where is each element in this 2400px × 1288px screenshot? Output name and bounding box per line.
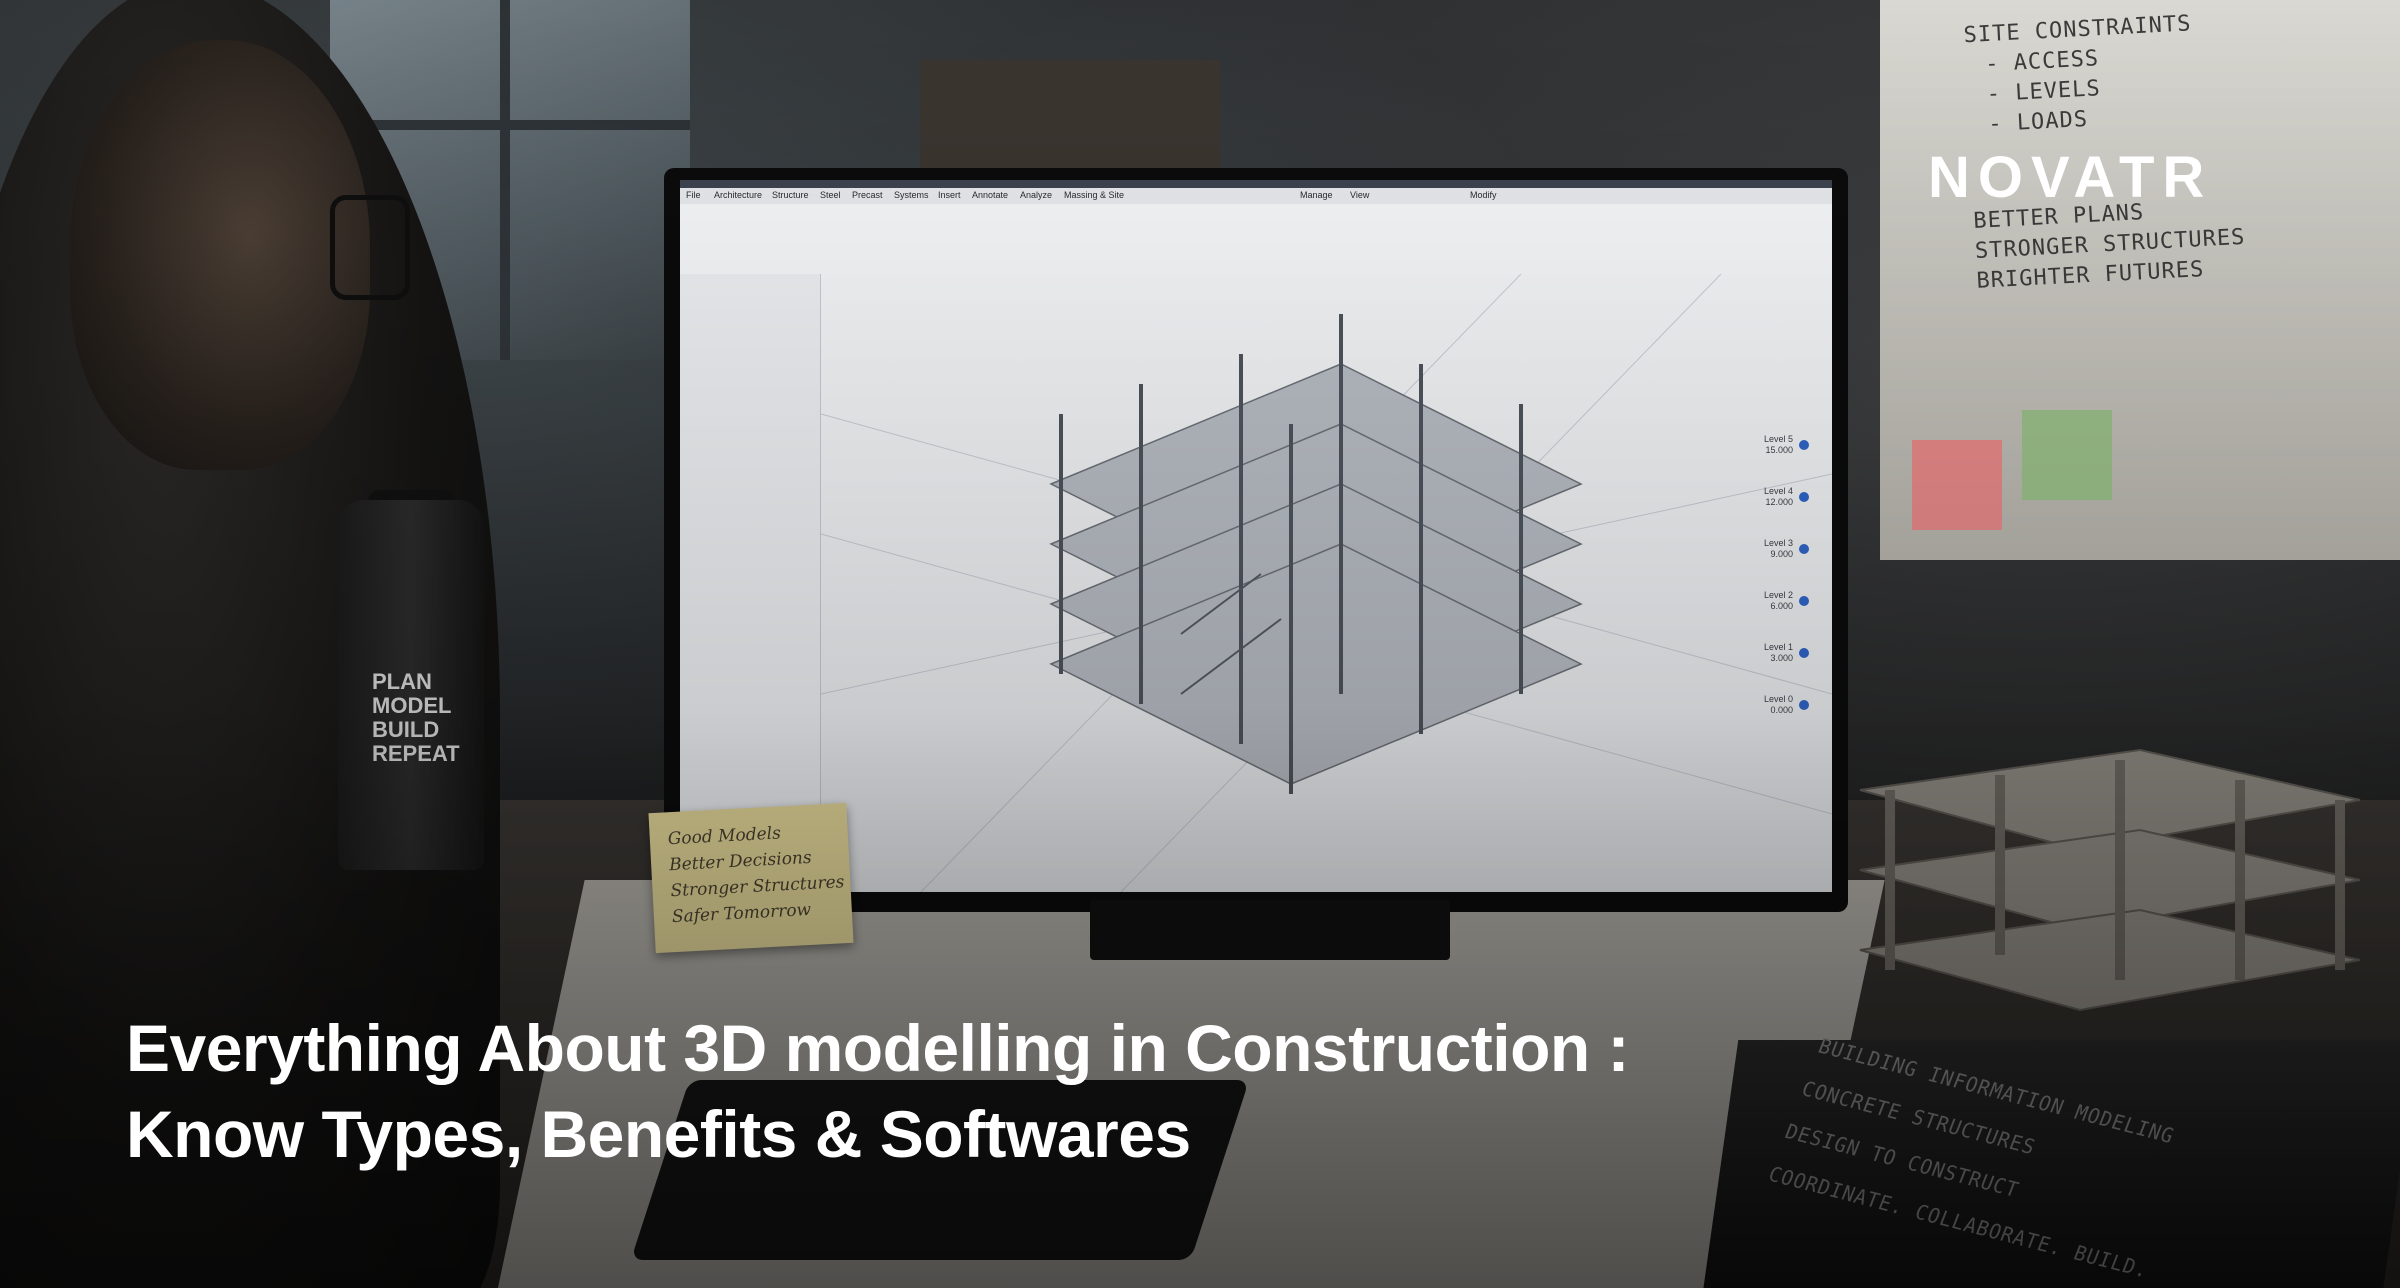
glasses bbox=[330, 195, 410, 300]
person-head bbox=[70, 40, 370, 470]
level-marker-icon bbox=[1799, 596, 1809, 606]
menu-structure: Structure bbox=[772, 190, 809, 200]
level-marker-icon bbox=[1799, 700, 1809, 710]
level-label: Level 5 15.000 bbox=[1751, 434, 1793, 456]
page-title: Everything About 3D modelling in Constru… bbox=[126, 1005, 1926, 1177]
level-elevation: 3.000 bbox=[1770, 653, 1793, 663]
menu-annotate: Annotate bbox=[972, 190, 1009, 200]
menu-insert: Insert bbox=[938, 190, 961, 200]
building-model bbox=[821, 274, 1832, 892]
background-shelf bbox=[920, 60, 1220, 170]
level-name: Level 5 bbox=[1763, 434, 1793, 444]
title-line-1: Everything About 3D modelling in Constru… bbox=[126, 1011, 1630, 1085]
level-name: Level 3 bbox=[1763, 538, 1793, 548]
menu-precast: Precast bbox=[852, 190, 883, 200]
level-elevation: 9.000 bbox=[1770, 549, 1793, 559]
sticky-note-text: Good Models Better Decisions Stronger St… bbox=[667, 817, 846, 930]
bim-software-screen: File Architecture Structure Steel Precas… bbox=[680, 180, 1832, 892]
bottle-text: PLAN MODEL BUILD REPEAT bbox=[372, 670, 460, 766]
concrete-building-model bbox=[1859, 748, 2361, 1012]
menu-modify: Modify bbox=[1470, 190, 1497, 200]
level-elevation: 0.000 bbox=[1770, 705, 1793, 715]
level-label: Level 2 6.000 bbox=[1751, 590, 1793, 612]
menu-architecture: Architecture bbox=[714, 190, 763, 200]
level-name: Level 1 bbox=[1763, 642, 1793, 652]
brand-logo: NOVATR bbox=[1928, 145, 2213, 210]
level-name: Level 2 bbox=[1763, 590, 1793, 600]
menu-systems: Systems bbox=[894, 190, 929, 200]
whiteboard: SITE CONSTRAINTS - ACCESS - LEVELS - LOA… bbox=[1880, 0, 2400, 560]
bottle-line: REPEAT bbox=[372, 741, 460, 766]
title-line-2: Know Types, Benefits & Softwares bbox=[126, 1097, 1191, 1171]
water-bottle: PLAN MODEL BUILD REPEAT bbox=[338, 500, 484, 870]
level-marker-icon bbox=[1799, 544, 1809, 554]
level-label: Level 0 0.000 bbox=[1751, 694, 1793, 716]
bottle-line: PLAN bbox=[372, 669, 432, 694]
menu-file: File bbox=[686, 190, 701, 200]
project-browser-panel bbox=[680, 274, 821, 892]
level-label: Level 4 12.000 bbox=[1751, 486, 1793, 508]
level-elevation: 15.000 bbox=[1765, 445, 1793, 455]
app-menubar: File Architecture Structure Steel Precas… bbox=[680, 188, 1832, 205]
app-ribbon bbox=[680, 204, 1832, 275]
level-marker-icon bbox=[1799, 440, 1809, 450]
level-label: Level 1 3.000 bbox=[1751, 642, 1793, 664]
wall-sticky-note-green bbox=[2022, 410, 2112, 500]
menu-massing-site: Massing & Site bbox=[1064, 190, 1125, 200]
level-label: Level 3 9.000 bbox=[1751, 538, 1793, 560]
app-titlebar bbox=[680, 180, 1832, 188]
menu-view: View bbox=[1350, 190, 1370, 200]
floor-slabs bbox=[1049, 363, 1583, 785]
menu-steel: Steel bbox=[820, 190, 841, 200]
menu-analyze: Analyze bbox=[1020, 190, 1053, 200]
menu-manage: Manage bbox=[1300, 190, 1333, 200]
bottle-line: MODEL bbox=[372, 693, 452, 718]
level-elevation: 6.000 bbox=[1770, 601, 1793, 611]
level-elevation: 12.000 bbox=[1765, 497, 1793, 507]
bottle-line: BUILD bbox=[372, 717, 440, 742]
level-name: Level 0 bbox=[1763, 694, 1793, 704]
desk-sticky-note: Good Models Better Decisions Stronger St… bbox=[648, 802, 854, 954]
wall-sticky-note-pink bbox=[1912, 440, 2002, 530]
3d-viewport: Level 5 15.000 Level 4 12.000 Level 3 9.000 Le… bbox=[821, 274, 1832, 892]
level-marker-icon bbox=[1799, 492, 1809, 502]
level-marker-icon bbox=[1799, 648, 1809, 658]
monitor-stand bbox=[1090, 900, 1450, 960]
level-name: Level 4 bbox=[1763, 486, 1793, 496]
hero-photo: SITE CONSTRAINTS - ACCESS - LEVELS - LOA… bbox=[0, 0, 2400, 1288]
